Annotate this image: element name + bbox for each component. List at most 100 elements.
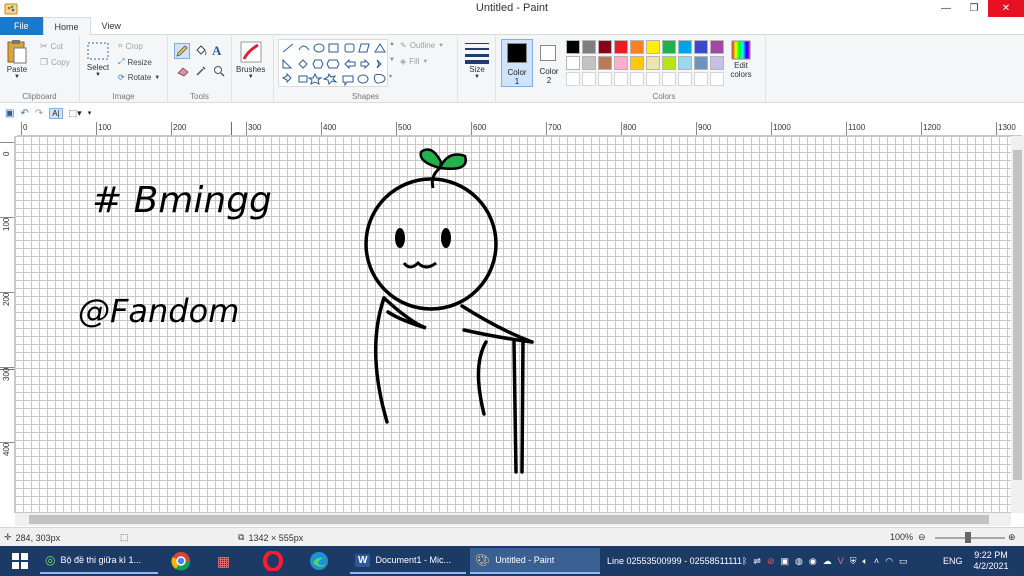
- zoom-out-icon[interactable]: ⊖: [918, 532, 926, 543]
- palette-custom-slot[interactable]: [662, 72, 676, 86]
- save-icon[interactable]: ▣: [5, 108, 14, 119]
- select-button[interactable]: Select ▼: [86, 41, 110, 78]
- taskbar-item-chrome[interactable]: [166, 548, 198, 574]
- app-tray-icon[interactable]: ▣: [781, 556, 790, 567]
- drawing-canvas[interactable]: # Bmingg @Fandom: [15, 136, 1011, 513]
- copy-button[interactable]: ❐ Copy: [40, 57, 70, 68]
- chat-tray-icon[interactable]: ◉: [809, 556, 817, 567]
- selection-icon[interactable]: ⬚▾: [69, 108, 82, 119]
- text-tool-icon[interactable]: A: [212, 43, 221, 59]
- wifi-icon[interactable]: ◠: [885, 556, 893, 567]
- show-desktop-button[interactable]: [1014, 546, 1024, 576]
- palette-custom-slot[interactable]: [710, 72, 724, 86]
- palette-swatch[interactable]: [582, 40, 596, 54]
- palette-custom-slot[interactable]: [614, 72, 628, 86]
- palette-swatch[interactable]: [646, 56, 660, 70]
- palette-swatch[interactable]: [614, 56, 628, 70]
- palette-swatch[interactable]: [566, 40, 580, 54]
- bluetooth-icon[interactable]: ᛒ: [742, 556, 747, 566]
- palette-swatch[interactable]: [710, 40, 724, 54]
- rotate-button[interactable]: ⟳ Rotate ▼: [118, 73, 160, 82]
- tray-expand-icon[interactable]: ˄: [874, 556, 879, 566]
- close-button[interactable]: ✕: [988, 0, 1024, 17]
- volume-icon[interactable]: 🔈︎: [863, 556, 868, 567]
- shapes-scroll-up-icon[interactable]: ▲: [389, 41, 395, 47]
- palette-swatch[interactable]: [598, 56, 612, 70]
- color-picker-tool[interactable]: [195, 65, 207, 79]
- shapes-scroll-down-icon[interactable]: ▼: [389, 57, 395, 63]
- text-toggle-icon[interactable]: A|: [49, 107, 63, 119]
- palette-swatch[interactable]: [598, 40, 612, 54]
- tab-home[interactable]: Home: [42, 17, 91, 36]
- usb-icon[interactable]: ⇌: [753, 556, 761, 567]
- color1-button[interactable]: Color 1: [501, 39, 533, 87]
- battery-icon[interactable]: ▭: [899, 556, 908, 567]
- tab-file[interactable]: File: [0, 17, 43, 35]
- palette-swatch[interactable]: [678, 56, 692, 70]
- paste-button[interactable]: Paste ▼: [6, 39, 28, 80]
- palette-swatch[interactable]: [710, 56, 724, 70]
- vertical-scroll-thumb[interactable]: [1013, 150, 1022, 480]
- shapes-gallery[interactable]: [278, 39, 388, 87]
- palette-custom-slot[interactable]: [598, 72, 612, 86]
- customize-toolbar-icon[interactable]: ▾: [88, 109, 92, 117]
- palette-custom-slot[interactable]: [582, 72, 596, 86]
- palette-swatch[interactable]: [630, 40, 644, 54]
- taskbar-item-app[interactable]: ▦: [212, 548, 244, 574]
- palette-swatch[interactable]: [614, 40, 628, 54]
- brushes-button[interactable]: Brushes ▼: [236, 39, 265, 80]
- restore-button[interactable]: ❐: [960, 0, 988, 17]
- palette-swatch[interactable]: [678, 40, 692, 54]
- palette-custom-slot[interactable]: [678, 72, 692, 86]
- palette-swatch[interactable]: [662, 56, 676, 70]
- shapes-expand-icon[interactable]: ▾: [389, 73, 392, 80]
- taskbar-item-word[interactable]: W Document1 - Mic...: [350, 548, 466, 574]
- palette-custom-slot[interactable]: [566, 72, 580, 86]
- palette-custom-slot[interactable]: [646, 72, 660, 86]
- palette-swatch[interactable]: [582, 56, 596, 70]
- palette-custom-slot[interactable]: [694, 72, 708, 86]
- start-button[interactable]: [6, 548, 36, 574]
- fill-tool[interactable]: [194, 44, 208, 60]
- tab-view[interactable]: View: [91, 17, 132, 35]
- palette-swatch[interactable]: [630, 56, 644, 70]
- zoom-in-icon[interactable]: ⊕: [1008, 532, 1016, 543]
- resize-button[interactable]: ⤢ Resize: [118, 57, 152, 67]
- magnifier-tool[interactable]: [213, 65, 225, 79]
- language-indicator[interactable]: ENG: [943, 546, 963, 576]
- cut-button[interactable]: ✂ Cut: [40, 41, 63, 52]
- horizontal-scroll-thumb[interactable]: [29, 515, 989, 524]
- vertical-scrollbar[interactable]: [1011, 136, 1024, 513]
- eraser-tool[interactable]: [176, 65, 190, 79]
- zoom-slider-thumb[interactable]: [965, 532, 971, 543]
- palette-custom-slot[interactable]: [630, 72, 644, 86]
- antivirus-icon[interactable]: ⊘: [767, 556, 775, 567]
- taskbar-item-opera[interactable]: [258, 548, 290, 574]
- color2-button[interactable]: Color 2: [535, 39, 563, 87]
- browser-tray-icon[interactable]: ◍: [795, 556, 803, 567]
- redo-icon[interactable]: ↷: [35, 108, 43, 119]
- edit-colors-button[interactable]: Edit colors: [730, 39, 752, 79]
- minimize-button[interactable]: —: [932, 0, 960, 17]
- palette-swatch[interactable]: [694, 40, 708, 54]
- crop-label: Crop: [125, 41, 143, 51]
- taskbar-item-edge[interactable]: [304, 548, 336, 574]
- clock[interactable]: 9:22 PM 4/2/2021: [968, 546, 1014, 576]
- size-button[interactable]: Size ▼: [464, 41, 490, 80]
- palette-swatch[interactable]: [694, 56, 708, 70]
- horizontal-scrollbar[interactable]: [15, 513, 1011, 526]
- vpn-icon[interactable]: V: [838, 556, 844, 566]
- pencil-tool[interactable]: [174, 43, 190, 59]
- palette-swatch[interactable]: [566, 56, 580, 70]
- shield-tray-icon[interactable]: ⛨: [850, 556, 857, 567]
- onedrive-icon[interactable]: ☁: [823, 556, 832, 567]
- fill-button[interactable]: ◈ Fill ▼: [400, 57, 428, 66]
- color1-label: Color: [507, 68, 527, 77]
- crop-button[interactable]: ⌗ Crop: [118, 41, 143, 51]
- taskbar-item-document[interactable]: ◎ Bộ đề thi giữa kì 1...: [40, 548, 158, 574]
- taskbar-item-paint[interactable]: 🎨︎ Untitled - Paint: [470, 548, 600, 574]
- undo-icon[interactable]: ↶: [20, 108, 28, 119]
- outline-button[interactable]: ✎ Outline ▼: [400, 41, 444, 50]
- palette-swatch[interactable]: [646, 40, 660, 54]
- palette-swatch[interactable]: [662, 40, 676, 54]
